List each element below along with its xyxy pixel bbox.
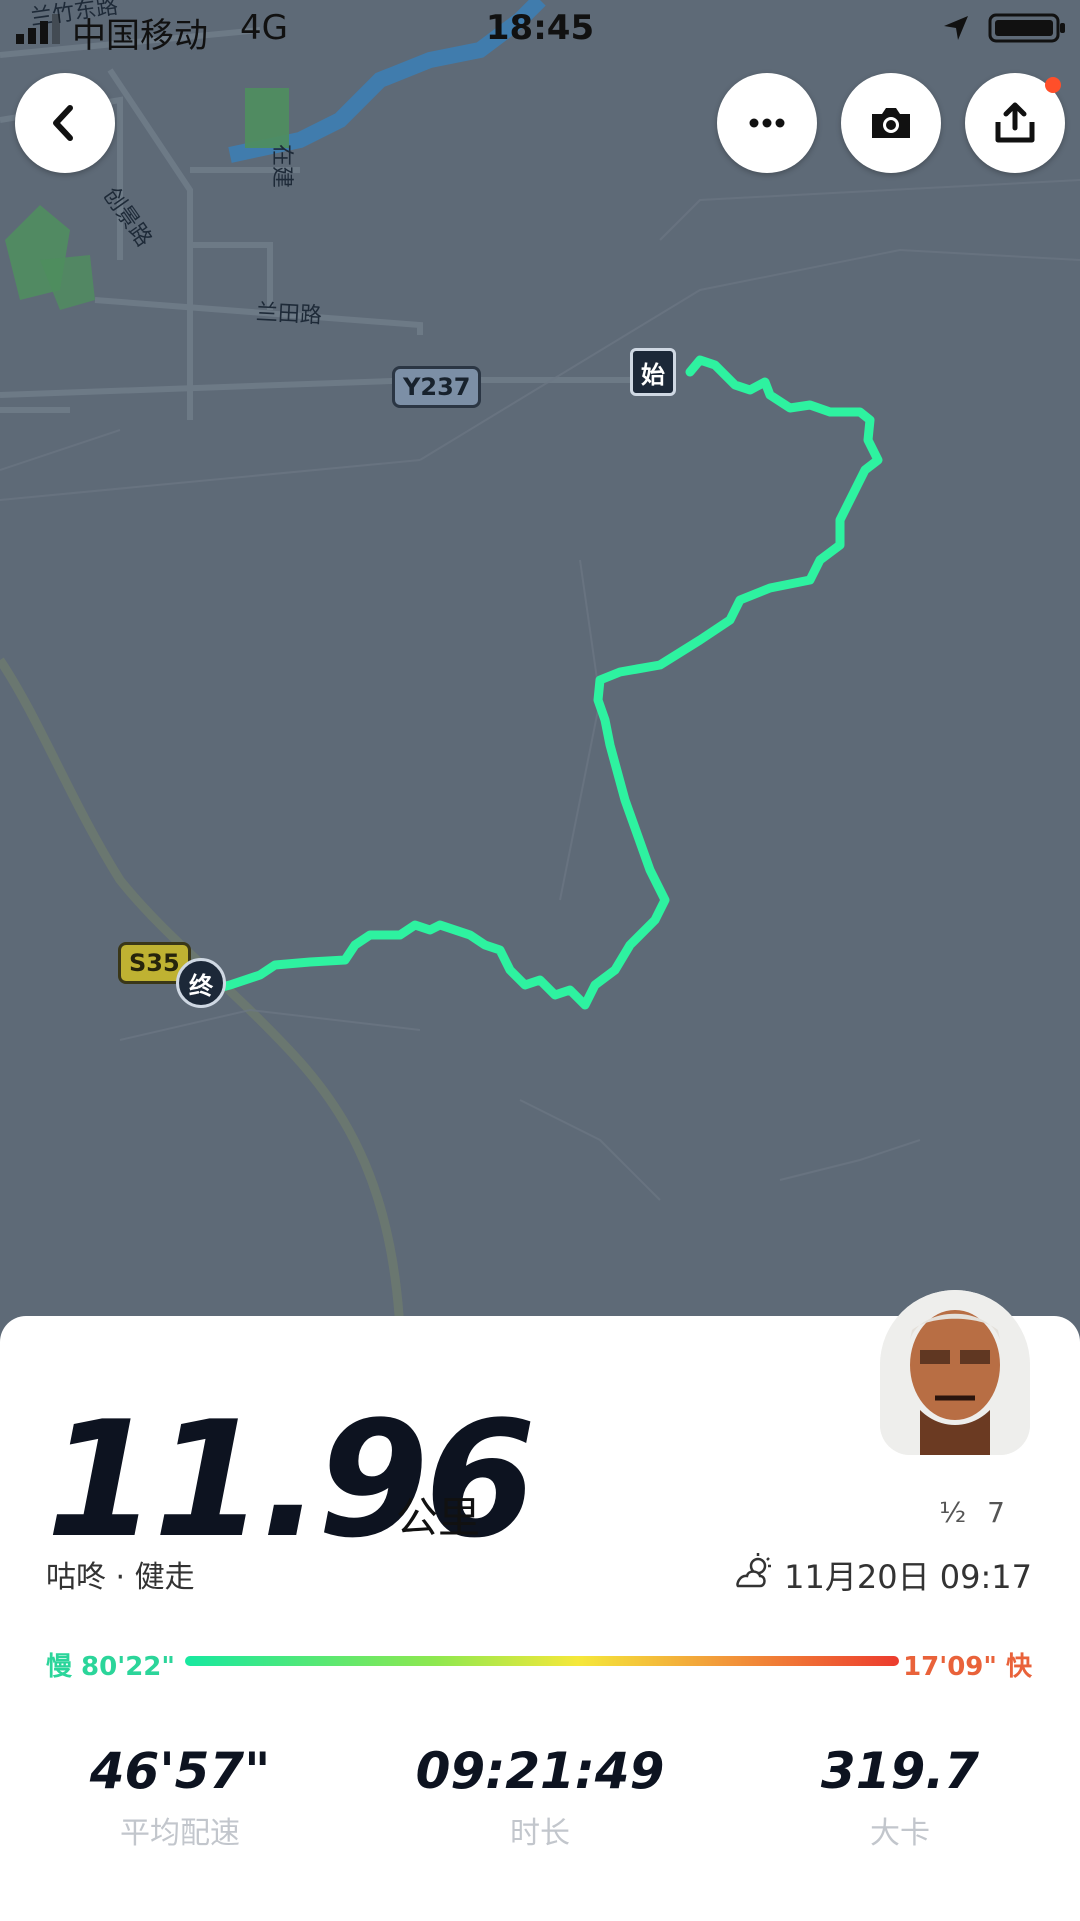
pace-fast-label: 17'09" 快 [903,1652,1032,1682]
more-dots-icon [749,118,785,128]
notification-dot [1045,77,1061,93]
stat-calories: 319.7 大卡 [750,1742,1050,1852]
route-path [205,355,883,1010]
pace-slow-label: 慢 80'22" [46,1652,175,1682]
back-arrow-icon [53,105,73,141]
start-marker[interactable]: 始 [630,348,676,396]
stat-duration-label: 时长 [510,1816,570,1851]
location-arrow-icon [944,16,968,40]
pace-gradient-bar [185,1656,899,1666]
park-area [245,88,289,148]
battery-icon [988,13,1065,43]
map-canvas [0,0,1080,1331]
activity-type: 咕咚 · 健走 [46,1560,195,1595]
camera-button[interactable] [841,73,941,173]
status-bar: 中国移动 4G 18:45 [0,0,1080,60]
avatar[interactable] [880,1290,1030,1455]
avatar-image [880,1290,1030,1455]
share-icon [995,102,1035,143]
distance-unit: 公里 [396,1493,481,1542]
stat-calories-label: 大卡 [870,1816,930,1851]
stat-average-pace-label: 平均配速 [120,1816,240,1851]
stat-average-pace: 46'57" 平均配速 [30,1742,330,1852]
camera-icon [872,108,910,138]
end-marker[interactable]: 终 [176,958,226,1008]
stat-average-pace-value: 46'57" [89,1742,271,1800]
route-badge-y237: Y237 [392,366,482,408]
stat-calories-value: 319.7 [820,1742,980,1800]
user-name: ½ 7 [939,1496,1011,1529]
road-label-zaijian: 在建 [269,143,295,189]
map-roads [0,27,660,1331]
share-button[interactable] [965,73,1065,173]
clock: 18:45 [485,8,595,48]
partly-cloudy-icon [736,1553,771,1588]
stat-duration-value: 09:21:49 [415,1742,665,1800]
back-button[interactable] [15,73,115,173]
more-button[interactable] [717,73,817,173]
route-map[interactable]: 兰竹东路 创景路 在建 兰田路 Y237 S35 始 终 [0,0,1080,1331]
road-label-lantian: 兰田路 [255,300,323,329]
map-thin-roads [0,179,1080,1201]
stat-duration: 09:21:49 时长 [390,1742,690,1852]
activity-date: 11月20日 09:17 [784,1558,1032,1596]
